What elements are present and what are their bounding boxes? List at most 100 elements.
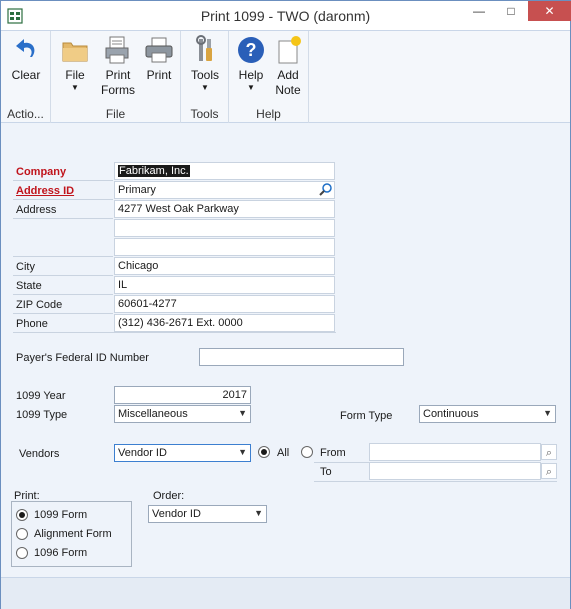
city-label: City (16, 261, 35, 273)
form-type-select[interactable]: Continuous ▼ (419, 405, 556, 423)
svg-text:?: ? (246, 40, 257, 60)
print-button[interactable]: Print (141, 35, 177, 83)
ribbon-group-actions: Clear Actio... (1, 31, 51, 123)
vendors-from-lookup-icon[interactable]: ⌕ (541, 444, 557, 460)
phone-label: Phone (16, 318, 48, 330)
vendors-select[interactable]: Vendor ID ▼ (114, 444, 251, 462)
row-divider (13, 332, 336, 333)
help-label: Help (238, 68, 264, 82)
vendors-all-radio[interactable] (258, 446, 270, 458)
year-label: 1099 Year (16, 390, 66, 402)
address-line2-field (114, 219, 335, 237)
lookup-icon[interactable] (318, 182, 334, 198)
status-bar (1, 577, 570, 609)
order-value: Vendor ID (152, 508, 201, 520)
ribbon-group-label-help: Help (256, 107, 281, 121)
ribbon: Clear Actio... File ▼ Print Forms Print … (1, 31, 570, 123)
city-field: Chicago (114, 257, 335, 275)
add-note-label-2: Note (275, 83, 301, 97)
print-label: Print (146, 68, 172, 82)
federal-id-label: Payer's Federal ID Number (16, 352, 149, 364)
printer-icon (145, 37, 173, 63)
address-line1-field: 4277 West Oak Parkway (114, 200, 335, 218)
city-value: Chicago (118, 260, 159, 272)
print-alignment-form-radio[interactable] (16, 528, 28, 540)
print-1096-form-radio[interactable] (16, 547, 28, 559)
vendors-from-input[interactable] (369, 443, 541, 461)
address-id-label[interactable]: Address ID (16, 185, 74, 197)
form-type-value: Continuous (423, 408, 479, 420)
form-type-label: Form Type (340, 410, 393, 422)
chevron-down-icon: ▼ (247, 83, 255, 92)
vendors-to-lookup-icon[interactable]: ⌕ (541, 463, 557, 479)
chevron-down-icon: ▼ (201, 83, 209, 92)
print-forms-label-1: Print (105, 68, 131, 82)
zip-value: 60601-4277 (118, 298, 177, 310)
address-id-field[interactable]: Primary (114, 181, 335, 199)
row-divider (314, 462, 369, 463)
title-bar: Print 1099 - TWO (daronm) — □ ✕ (1, 1, 571, 31)
vendors-to-input[interactable] (369, 462, 541, 480)
ribbon-group-file: File ▼ Print Forms Print File (51, 31, 181, 123)
address-label: Address (16, 204, 57, 216)
ribbon-group-label-actions: Actio... (7, 107, 44, 121)
add-note-button[interactable]: Add Note (271, 35, 305, 98)
row-divider (13, 313, 113, 314)
type-select[interactable]: Miscellaneous ▼ (114, 405, 251, 423)
address-line3-field (114, 238, 335, 256)
vendors-select-value: Vendor ID (118, 447, 167, 459)
chevron-down-icon: ▼ (238, 447, 247, 457)
chevron-down-icon: ▼ (254, 508, 263, 518)
print-forms-icon (105, 36, 129, 64)
address-line1-value: 4277 West Oak Parkway (118, 203, 239, 215)
zip-field: 60601-4277 (114, 295, 335, 313)
file-label: File (65, 68, 85, 82)
clear-button[interactable]: Clear (7, 35, 45, 83)
vendors-label: Vendors (19, 448, 60, 460)
note-icon (278, 36, 301, 64)
ribbon-group-label-file: File (105, 107, 126, 121)
type-value: Miscellaneous (118, 408, 188, 420)
minimize-button[interactable]: — (462, 1, 496, 21)
chevron-down-icon: ▼ (71, 83, 79, 92)
clear-label: Clear (11, 68, 41, 82)
help-icon: ? (238, 37, 264, 63)
vendors-from-label: From (320, 447, 346, 459)
row-divider (13, 218, 113, 219)
row-divider (13, 294, 113, 295)
phone-value: (312) 436-2671 Ext. 0000 (118, 317, 243, 329)
tools-menu-button[interactable]: Tools ▼ (187, 35, 223, 93)
ribbon-group-label-tools: Tools (190, 107, 219, 121)
print-forms-button[interactable]: Print Forms (97, 35, 139, 98)
print-alignment-form-label: Alignment Form (34, 528, 112, 540)
address-id-value: Primary (118, 184, 156, 196)
order-label: Order: (153, 490, 185, 502)
folder-icon (62, 42, 88, 62)
row-divider (13, 199, 113, 200)
row-divider (13, 180, 113, 181)
company-label: Company (16, 166, 67, 178)
year-input[interactable]: 2017 (114, 386, 251, 404)
vendors-from-radio[interactable] (301, 446, 313, 458)
vendors-all-label: All (277, 447, 290, 459)
undo-arrow-icon (16, 39, 35, 57)
close-button[interactable]: ✕ (528, 1, 571, 21)
print-1099-form-radio[interactable] (16, 509, 28, 521)
add-note-label-1: Add (277, 68, 299, 82)
chevron-down-icon: ▼ (543, 408, 552, 418)
company-field: Fabrikam, Inc. (114, 162, 335, 180)
phone-field: (312) 436-2671 Ext. 0000 (114, 314, 335, 332)
order-select[interactable]: Vendor ID ▼ (148, 505, 267, 523)
row-divider (13, 275, 113, 276)
maximize-button[interactable]: □ (494, 1, 528, 21)
company-value: Fabrikam, Inc. (118, 165, 190, 177)
print-1099-form-label: 1099 Form (34, 509, 88, 521)
chevron-down-icon: ▼ (238, 408, 247, 418)
state-label: State (16, 280, 42, 292)
ribbon-group-help: ? Help ▼ Add Note Help (229, 31, 309, 123)
print-1099-window: Print 1099 - TWO (daronm) — □ ✕ Clear Ac… (0, 0, 571, 609)
file-menu-button[interactable]: File ▼ (57, 35, 93, 93)
federal-id-input[interactable] (199, 348, 404, 366)
zip-label: ZIP Code (16, 299, 63, 311)
help-menu-button[interactable]: ? Help ▼ (233, 35, 269, 93)
